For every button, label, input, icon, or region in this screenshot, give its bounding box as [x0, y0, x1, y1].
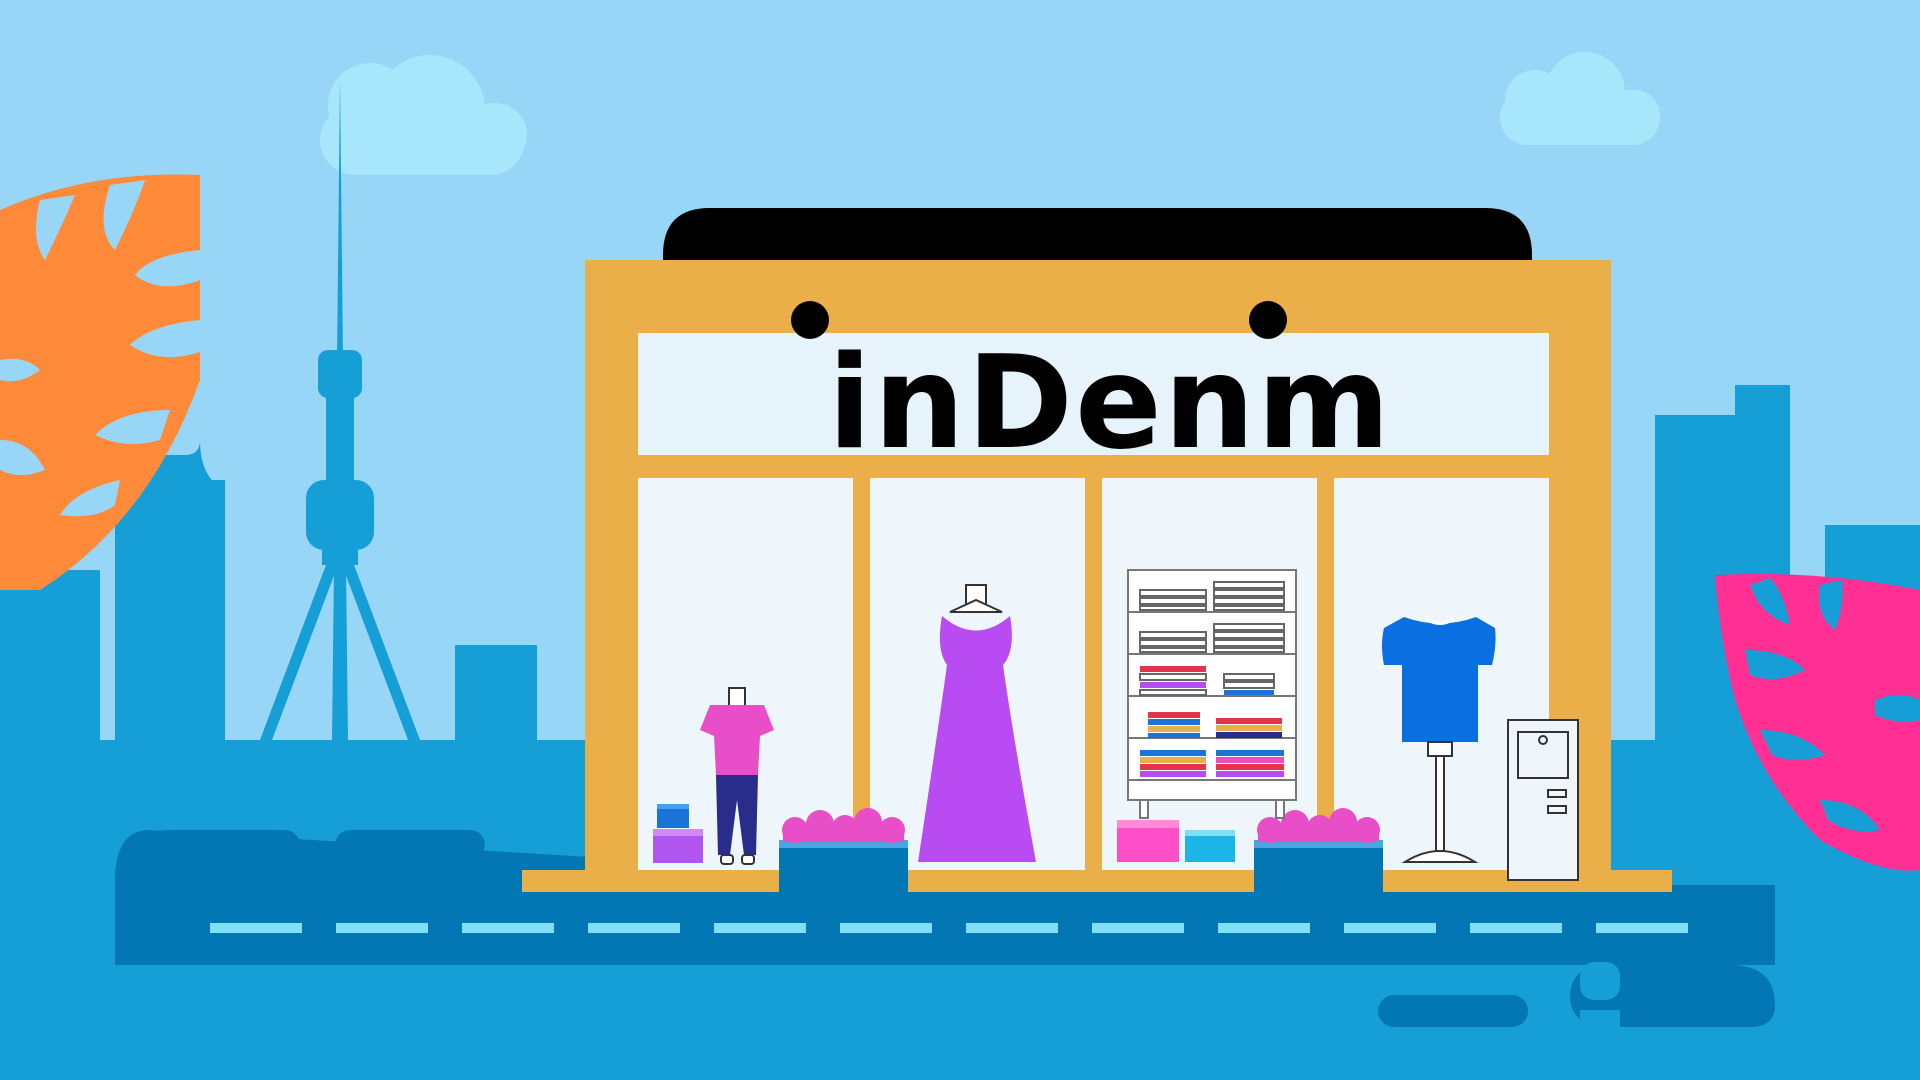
planter-box	[1254, 808, 1383, 892]
shelf-icon	[1127, 569, 1297, 819]
store-sign-text: inDenm	[828, 329, 1393, 478]
store-illustration: inDenm	[0, 0, 1920, 1080]
awning	[663, 208, 1532, 262]
planter-box	[779, 808, 908, 892]
door-icon	[1507, 719, 1579, 881]
storefront-icon	[522, 208, 1672, 892]
